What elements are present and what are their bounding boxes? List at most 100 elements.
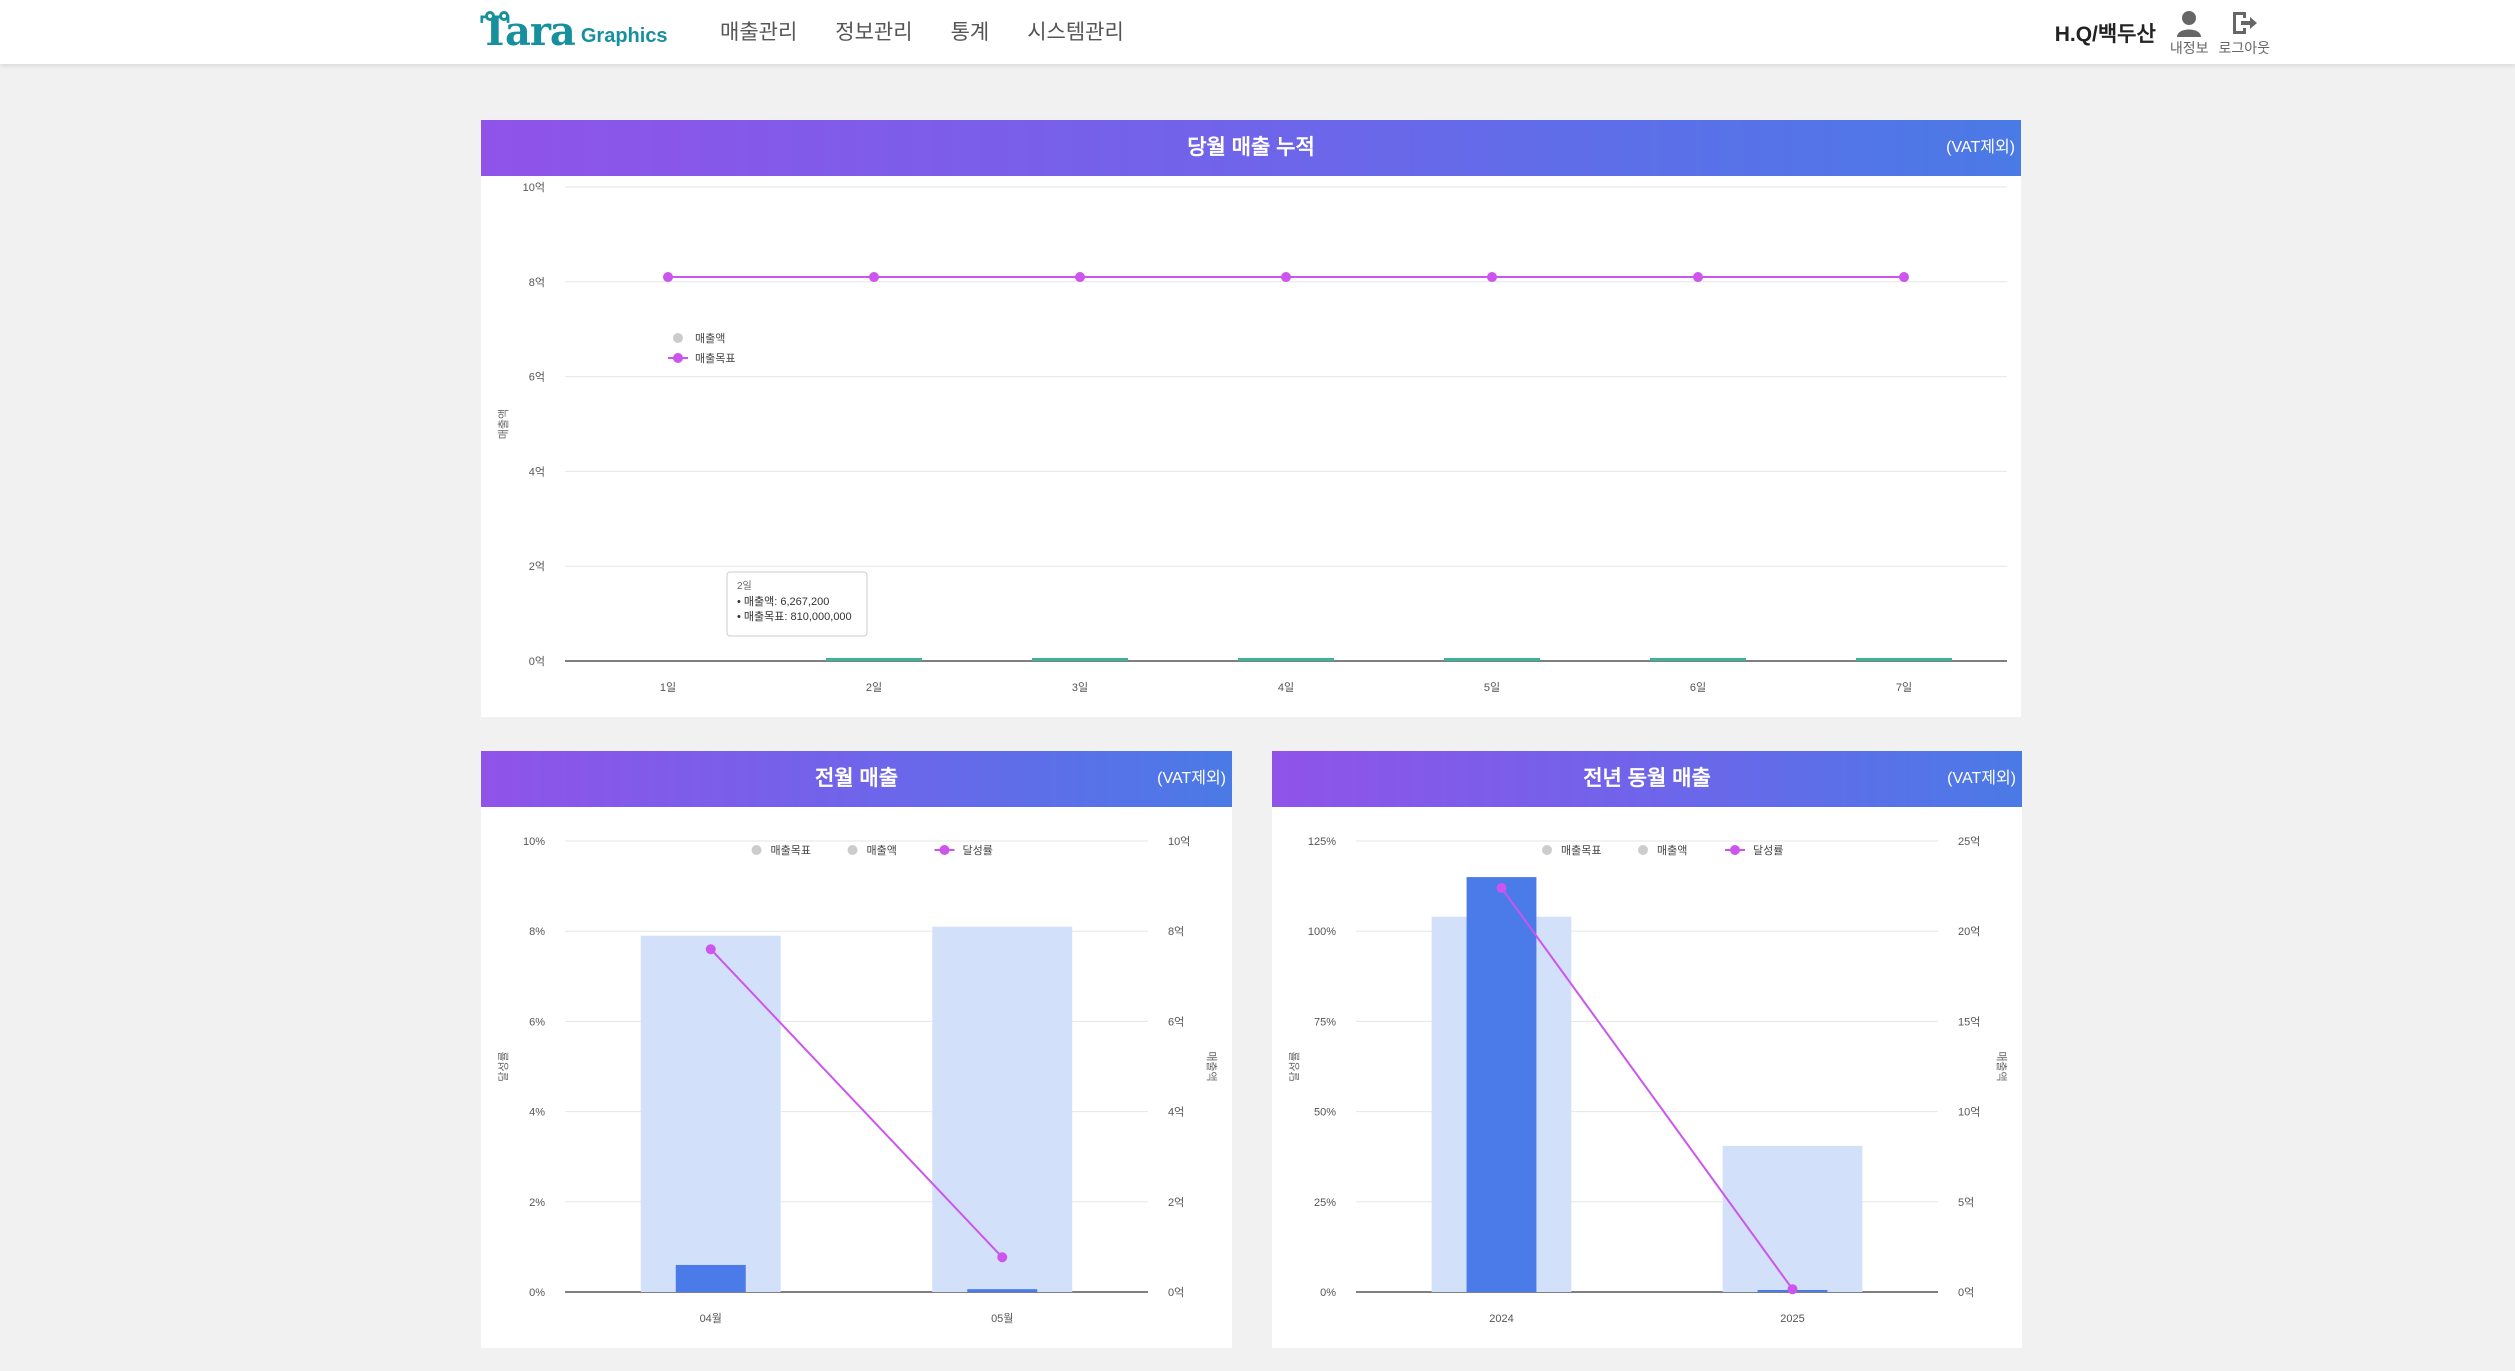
target-bar: [640, 935, 781, 1292]
y-tick-label: 8억: [529, 276, 545, 289]
x-tick-label: 4일: [1278, 680, 1294, 694]
y-right-tick-label: 5억: [1958, 1196, 1974, 1209]
top-navigation-bar: Tara Graphics 매출관리 정보관리 통계 시스템관리 H.Q/백두산…: [0, 0, 2515, 64]
legend-label: 매출액: [867, 844, 897, 857]
panel-title: 전년 동월 매출: [1583, 767, 1711, 790]
y-right-axis-label: 매출액: [1995, 1051, 2008, 1081]
legend-marker: [673, 333, 683, 343]
y-left-tick-label: 0%: [1320, 1287, 1336, 1299]
y-left-axis-label: 달성률: [497, 1051, 510, 1081]
my-info-button[interactable]: 내정보: [2169, 8, 2209, 58]
x-tick-label: 2024: [1489, 1313, 1513, 1325]
x-tick-label: 6일: [1690, 680, 1706, 694]
x-tick-label: 05월: [991, 1312, 1013, 1325]
y-left-tick-label: 25%: [1314, 1197, 1336, 1209]
y-right-tick-label: 2억: [1168, 1196, 1184, 1209]
sales-bar: [967, 1289, 1038, 1292]
sales-bar: [1650, 658, 1746, 661]
sales-bar: [1238, 658, 1334, 661]
nav-system-management[interactable]: 시스템관리: [1027, 16, 1124, 46]
prev-month-chart[interactable]: 0% 0억2% 2억4% 4억6% 6억8% 8억10% 10억달성률 매출액04월 05월매출…: [481, 807, 1232, 1348]
legend-marker: [939, 845, 950, 855]
logo[interactable]: Tara Graphics: [480, 11, 668, 52]
monthly-cumulative-panel: 당월 매출 누적 (VAT제외) 0억 2억 4억 6억 8억 10억 매출액 1일 2일 3일 4…: [481, 120, 2021, 717]
y-right-axis-label: 매출액: [1205, 1051, 1218, 1081]
y-tick-label: 0억: [529, 655, 545, 668]
target-bar: [1722, 1145, 1863, 1292]
nav-statistics[interactable]: 통계: [951, 16, 990, 46]
logo-subtext: Graphics: [580, 25, 668, 47]
target-point: [1693, 272, 1703, 283]
x-tick-label: 04월: [700, 1312, 722, 1325]
sales-bar: [1466, 877, 1537, 1292]
vat-note: (VAT제외): [1946, 139, 2015, 156]
legend-label: 달성률: [1753, 844, 1783, 857]
sales-bar: [826, 658, 922, 661]
y-right-tick-label: 10억: [1958, 1106, 1980, 1119]
y-tick-label: 6억: [529, 371, 545, 384]
y-tick-label: 4억: [529, 465, 545, 478]
target-point: [1281, 272, 1291, 283]
legend-label: 매출목표: [1561, 844, 1601, 857]
y-right-tick-label: 0억: [1168, 1286, 1184, 1299]
panel-header: 전월 매출 (VAT제외): [481, 751, 1232, 807]
panel-title: 당월 매출 누적: [1187, 136, 1315, 159]
target-point: [1899, 272, 1909, 283]
vat-note: (VAT제외): [1947, 770, 2016, 787]
prev-year-chart[interactable]: 0% 0억25% 5억50% 10억75% 15억100% 20억125% 25억달성률 매출…: [1272, 807, 2022, 1348]
achievement-point: [705, 944, 716, 955]
y-right-tick-label: 25억: [1958, 835, 1980, 848]
y-right-tick-label: 4억: [1168, 1106, 1184, 1119]
legend-label: 매출액: [1657, 844, 1687, 857]
my-info-label: 내정보: [2169, 40, 2209, 56]
legend-marker: [1542, 845, 1552, 855]
y-right-tick-label: 10억: [1168, 835, 1190, 848]
panel-header: 전년 동월 매출 (VAT제외): [1272, 751, 2022, 807]
y-left-tick-label: 4%: [529, 1107, 545, 1119]
x-tick-label: 7일: [1896, 680, 1912, 694]
y-left-tick-label: 125%: [1308, 836, 1336, 848]
y-tick-label: 10억: [523, 181, 545, 194]
main-nav: 매출관리 정보관리 통계 시스템관리: [720, 16, 1124, 46]
logout-icon: [2233, 12, 2258, 34]
y-axis-label: 매출액: [497, 409, 510, 439]
logout-button[interactable]: 로그아웃: [2218, 8, 2270, 58]
panel-header: 당월 매출 누적 (VAT제외): [481, 120, 2021, 176]
y-left-tick-label: 8%: [529, 926, 545, 938]
y-left-axis-label: 달성률: [1288, 1051, 1301, 1081]
nav-sales-management[interactable]: 매출관리: [720, 16, 797, 46]
tooltip-line: • 매출액: 6,267,200: [737, 595, 829, 608]
y-right-tick-label: 20억: [1958, 925, 1980, 938]
legend-marker: [847, 845, 858, 855]
y-left-tick-label: 50%: [1314, 1107, 1336, 1119]
achievement-point: [1496, 882, 1507, 893]
target-bar: [932, 926, 1073, 1292]
legend-label: 매출목표: [771, 844, 811, 857]
user-icon: [2177, 11, 2202, 37]
x-tick-label: 3일: [1072, 680, 1088, 694]
legend-marker: [751, 845, 762, 855]
prev-month-panel: 전월 매출 (VAT제외) 0% 0억 2% 2억 4% 4억 6% 6억 8% 8억 10% 10억…: [481, 751, 1232, 1348]
vat-note: (VAT제외): [1157, 770, 1226, 787]
achievement-point: [997, 1252, 1008, 1263]
sales-bar: [1444, 658, 1540, 661]
sales-bar: [1032, 658, 1128, 661]
x-tick-label: 2일: [866, 680, 882, 694]
user-area: H.Q/백두산 내정보 로그아웃: [2055, 8, 2270, 58]
target-point: [663, 272, 673, 283]
panel-title: 전월 매출: [814, 767, 899, 790]
y-right-tick-label: 0억: [1958, 1286, 1974, 1299]
logout-label: 로그아웃: [2218, 40, 2270, 56]
nav-info-management[interactable]: 정보관리: [835, 16, 912, 46]
x-tick-label: 1일: [660, 680, 676, 694]
y-left-tick-label: 2%: [529, 1197, 545, 1209]
legend-marker: [1638, 845, 1648, 855]
legend-label: 매출목표: [695, 352, 735, 365]
monthly-cumulative-chart[interactable]: 0억2억4억6억8억10억매출액1일 2일 3일 4일 5일 6일 7일매출액매출목표2일•…: [481, 176, 2021, 717]
y-right-tick-label: 8억: [1168, 925, 1184, 938]
tooltip-line: • 매출목표: 810,000,000: [737, 610, 852, 623]
x-tick-label: 2025: [1780, 1313, 1804, 1325]
sales-bar: [1856, 658, 1952, 661]
target-point: [1075, 272, 1085, 283]
legend-marker: [1730, 845, 1740, 855]
